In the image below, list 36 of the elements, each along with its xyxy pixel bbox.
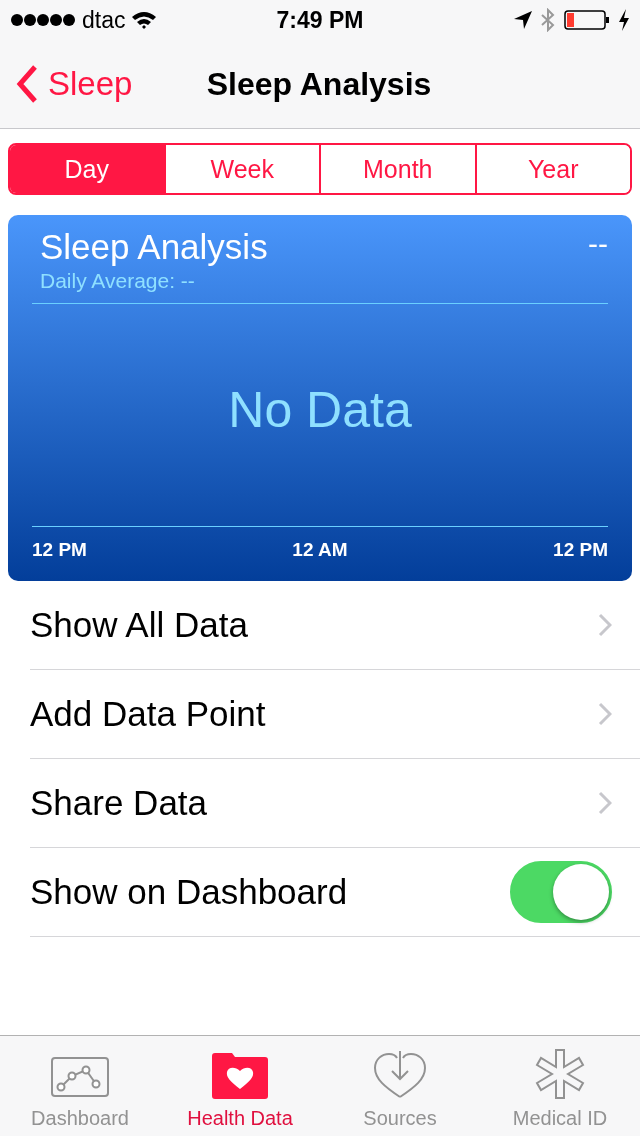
charging-icon xyxy=(618,9,630,31)
segment-tab[interactable]: Day xyxy=(10,145,164,193)
card-title: Sleep Analysis xyxy=(39,227,269,267)
chevron-icon xyxy=(598,702,612,726)
row-label[interactable]: Share Data xyxy=(30,783,598,823)
chevron-icon xyxy=(598,791,612,815)
signal-icon xyxy=(10,13,76,27)
asterisk-icon xyxy=(535,1049,585,1099)
axis-label: 12 PM xyxy=(553,539,608,561)
nav-title: Sleep Analysis xyxy=(206,65,432,102)
folder-heart-icon xyxy=(212,1053,268,1099)
chevron-icon xyxy=(598,613,612,637)
card-value: -- xyxy=(588,227,608,262)
card-subtitle: Daily Average: -- xyxy=(39,269,196,293)
tab-bar-item[interactable]: Dashboard xyxy=(0,1036,160,1136)
bluetooth-icon xyxy=(540,8,556,32)
back-button[interactable]: Sleep xyxy=(0,64,139,104)
row-label: Show on Dashboard xyxy=(30,872,349,912)
chart-icon xyxy=(51,1057,109,1099)
tab-bar-item[interactable]: Medical ID xyxy=(480,1036,640,1136)
row-label[interactable]: Show All Data xyxy=(30,605,598,645)
battery-icon xyxy=(564,10,610,30)
wifi-icon xyxy=(131,10,158,30)
tab-bar-item[interactable]: Sources xyxy=(320,1036,480,1136)
chevron-icon xyxy=(16,65,38,103)
tab-bar-item[interactable]: Health Data xyxy=(160,1036,320,1136)
carrier-name: dtac xyxy=(82,6,126,34)
segment-tab[interactable]: Year xyxy=(474,145,630,193)
no-data-text: No Data xyxy=(228,381,412,439)
heart-download-icon xyxy=(373,1051,427,1099)
axis-label: 12 PM xyxy=(32,539,87,561)
toggle-switch[interactable] xyxy=(510,861,612,923)
status-time: 7:49 PM xyxy=(276,6,364,34)
row-label[interactable]: Add Data Point xyxy=(30,694,598,734)
axis-label: 12 AM xyxy=(292,539,348,561)
location-icon xyxy=(514,11,532,29)
